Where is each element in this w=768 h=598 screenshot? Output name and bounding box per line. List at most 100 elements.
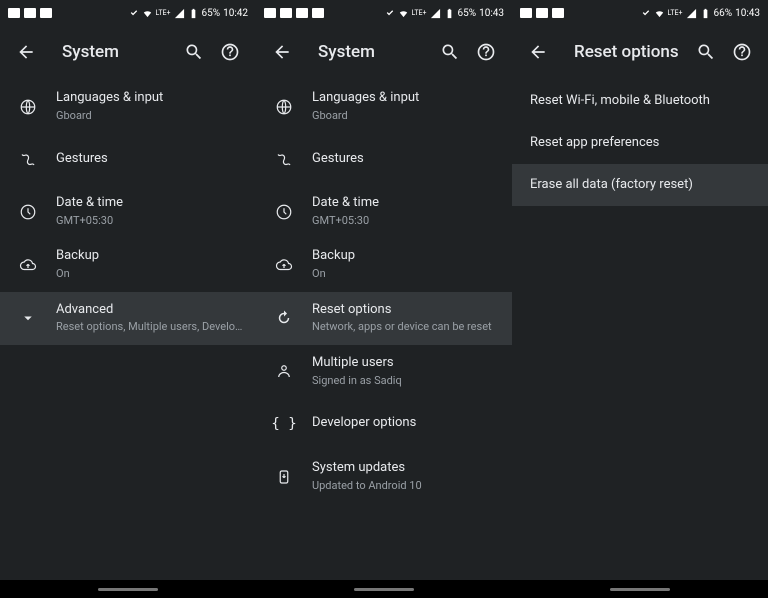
battery-percent: 65%: [202, 8, 221, 19]
wifi-icon: [142, 8, 153, 19]
item-label: Erase all data (factory reset): [530, 177, 756, 194]
item-multiple-users[interactable]: Multiple usersSigned in as Sadiq: [256, 345, 512, 398]
battery-icon: [188, 8, 199, 19]
item-label: Gestures: [312, 151, 500, 168]
item-reset-wifi-mobile-bluetooth[interactable]: Reset Wi-Fi, mobile & Bluetooth: [512, 80, 768, 122]
app-bar: Reset options: [512, 24, 768, 80]
person-icon: [275, 362, 293, 380]
update-icon: [275, 468, 293, 486]
item-reset-app-preferences[interactable]: Reset app preferences: [512, 122, 768, 164]
item-developer-options[interactable]: { } Developer options: [256, 398, 512, 450]
item-sublabel: Signed in as Sadiq: [312, 374, 500, 388]
notification-icon: [296, 8, 308, 18]
notification-icon: [552, 8, 564, 18]
nav-pill[interactable]: [354, 588, 414, 591]
clock-icon: [275, 203, 293, 221]
page-title: Reset options: [574, 42, 688, 62]
item-label: Date & time: [312, 195, 500, 212]
item-languages-input[interactable]: Languages & input Gboard: [256, 80, 512, 133]
help-button[interactable]: [724, 34, 760, 70]
item-sublabel: Updated to Android 10: [312, 479, 500, 493]
item-label: Reset Wi-Fi, mobile & Bluetooth: [530, 93, 756, 110]
status-bar: LTE+ 65% 10:42: [0, 0, 256, 24]
item-label: Date & time: [56, 195, 244, 212]
battery-percent: 66%: [714, 8, 733, 19]
help-button[interactable]: [468, 34, 504, 70]
network-type: LTE+: [412, 9, 427, 17]
cloud-icon: [19, 256, 37, 274]
item-label: Gestures: [56, 151, 244, 168]
notification-icon: [40, 8, 52, 18]
item-sublabel: GMT+05:30: [312, 214, 500, 228]
item-gestures[interactable]: Gestures: [0, 133, 256, 185]
item-reset-options[interactable]: Reset optionsNetwork, apps or device can…: [256, 292, 512, 345]
wifi-call-icon: [128, 8, 139, 19]
item-label: Languages & input: [312, 90, 500, 107]
back-button[interactable]: [264, 34, 300, 70]
item-label: Reset app preferences: [530, 135, 756, 152]
item-sublabel: On: [312, 267, 500, 281]
item-label: Developer options: [312, 415, 500, 432]
back-button[interactable]: [8, 34, 44, 70]
signal-icon: [430, 8, 441, 19]
nav-pill[interactable]: [98, 588, 158, 591]
item-backup[interactable]: Backup On: [0, 238, 256, 291]
app-bar: System: [256, 24, 512, 80]
status-bar: LTE+ 65% 10:43: [256, 0, 512, 24]
item-date-time[interactable]: Date & time GMT+05:30: [256, 185, 512, 238]
search-button[interactable]: [432, 34, 468, 70]
notification-icon: [24, 8, 36, 18]
wifi-call-icon: [384, 8, 395, 19]
screen-2: LTE+ 65% 10:43 System Languages & input G…: [256, 0, 512, 598]
item-languages-input[interactable]: Languages & input Gboard: [0, 80, 256, 133]
item-label: Languages & input: [56, 90, 244, 107]
item-erase-all-data[interactable]: Erase all data (factory reset): [512, 164, 768, 206]
clock-text: 10:43: [479, 8, 504, 19]
nav-pill[interactable]: [610, 588, 670, 591]
globe-icon: [19, 98, 37, 116]
gesture-icon: [275, 150, 293, 168]
clock-icon: [19, 203, 37, 221]
notification-icon: [536, 8, 548, 18]
item-sublabel: Gboard: [312, 109, 500, 123]
item-backup[interactable]: BackupOn: [256, 238, 512, 291]
item-gestures[interactable]: Gestures: [256, 133, 512, 185]
item-advanced[interactable]: AdvancedReset options, Multiple users, D…: [0, 292, 256, 345]
search-button[interactable]: [176, 34, 212, 70]
status-bar: LTE+ 66% 10:43: [512, 0, 768, 24]
item-label: System updates: [312, 460, 500, 477]
settings-list: Languages & input Gboard Gestures Date & …: [0, 80, 256, 598]
cloud-icon: [275, 256, 293, 274]
battery-icon: [700, 8, 711, 19]
item-sublabel: Gboard: [56, 109, 244, 123]
nav-bar: [256, 580, 512, 598]
item-date-time[interactable]: Date & time GMT+05:30: [0, 185, 256, 238]
reset-icon: [275, 309, 293, 327]
search-button[interactable]: [688, 34, 724, 70]
item-sublabel: GMT+05:30: [56, 214, 244, 228]
reset-options-list: Reset Wi-Fi, mobile & Bluetooth Reset ap…: [512, 80, 768, 598]
help-button[interactable]: [212, 34, 248, 70]
chevron-down-icon: [19, 309, 37, 327]
item-system-updates[interactable]: System updates Updated to Android 10: [256, 450, 512, 503]
screen-1: LTE+ 65% 10:42 System Languages & input G…: [0, 0, 256, 598]
back-button[interactable]: [520, 34, 556, 70]
globe-icon: [275, 98, 293, 116]
nav-bar: [0, 580, 256, 598]
item-label: Advanced: [56, 302, 244, 319]
wifi-icon: [654, 8, 665, 19]
screen-3: LTE+ 66% 10:43 Reset options Reset Wi-Fi…: [512, 0, 768, 598]
item-label: Reset options: [312, 302, 500, 319]
app-bar: System: [0, 24, 256, 80]
notification-icon: [264, 8, 276, 18]
clock-text: 10:43: [735, 8, 760, 19]
item-label: Backup: [56, 248, 244, 265]
clock-text: 10:42: [223, 8, 248, 19]
network-type: LTE+: [156, 9, 171, 17]
nav-bar: [512, 580, 768, 598]
page-title: System: [318, 42, 432, 62]
battery-percent: 65%: [458, 8, 477, 19]
signal-icon: [686, 8, 697, 19]
braces-icon: { }: [271, 416, 296, 432]
item-sublabel: On: [56, 267, 244, 281]
